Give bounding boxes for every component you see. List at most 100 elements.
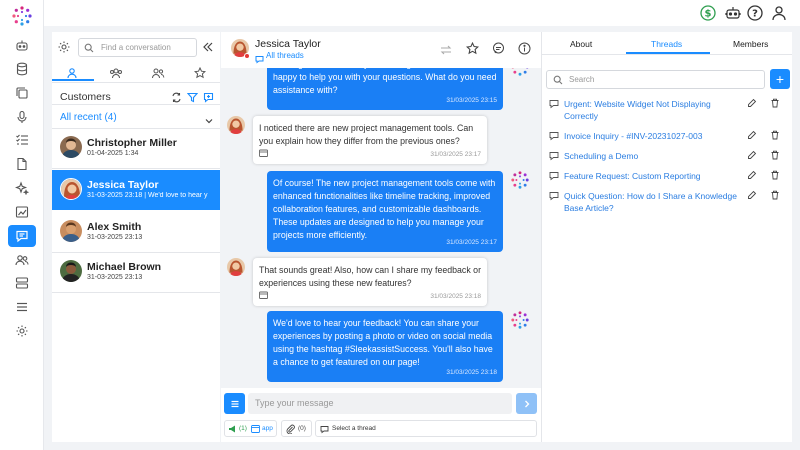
- attachment-count: (0): [298, 425, 306, 432]
- conversation-name: Jessica Taylor: [87, 179, 159, 191]
- robot-icon[interactable]: [724, 4, 742, 22]
- chat-nav-icon[interactable]: [8, 225, 36, 247]
- conversation-search[interactable]: Find a conversation: [78, 38, 197, 57]
- conversation-name: Alex Smith: [87, 221, 142, 233]
- message-incoming: I noticed there are new project manageme…: [253, 116, 487, 164]
- star-icon[interactable]: [465, 41, 480, 60]
- delete-icon[interactable]: [770, 190, 780, 200]
- app-logo[interactable]: [12, 6, 32, 26]
- message-incoming: That sounds great! Also, how can I share…: [253, 258, 487, 306]
- edit-icon[interactable]: [747, 190, 757, 200]
- transfer-icon[interactable]: [440, 43, 452, 61]
- avatar: [60, 220, 82, 242]
- add-thread-button[interactable]: +: [770, 69, 790, 89]
- chevron-right-icon: [524, 400, 529, 407]
- conversation-meta: 31-03-2025 23:13: [87, 274, 143, 281]
- tab-threads[interactable]: Threads: [651, 39, 682, 49]
- delete-icon[interactable]: [770, 98, 780, 108]
- thread-select[interactable]: Select a thread: [315, 420, 537, 437]
- filter-icon[interactable]: [186, 90, 199, 108]
- message-outgoing: Of course! The new project management to…: [267, 171, 503, 252]
- new-chat-icon[interactable]: [203, 90, 214, 108]
- sparkle-nav-icon[interactable]: [8, 177, 36, 199]
- document-nav-icon[interactable]: [8, 153, 36, 175]
- delete-icon[interactable]: [770, 150, 780, 160]
- thread-title[interactable]: Invoice Inquiry - #INV-20231027-003: [564, 130, 742, 142]
- chat-contact-name: Jessica Taylor: [255, 38, 321, 50]
- thread-icon: [320, 426, 329, 434]
- message-time: 31/03/2025 23:18: [446, 369, 497, 376]
- tab-about[interactable]: About: [570, 39, 592, 49]
- thread-title[interactable]: Urgent: Website Widget Not Displaying Co…: [564, 98, 742, 122]
- thread-icon: [549, 192, 559, 201]
- message-input[interactable]: Type your message: [248, 393, 512, 414]
- conversation-item[interactable]: Christopher Miller 01-04-2025 1:34: [52, 128, 220, 168]
- message-text: That sounds great! Also, how can I share…: [259, 265, 481, 288]
- menu-nav-icon[interactable]: [8, 296, 36, 318]
- edit-icon[interactable]: [747, 170, 757, 180]
- users-nav-icon[interactable]: [8, 249, 36, 271]
- paperclip-icon: [286, 424, 295, 434]
- message-outgoing: We'd love to hear your feedback! You can…: [267, 311, 503, 382]
- avatar: [60, 178, 82, 200]
- delete-icon[interactable]: [770, 130, 780, 140]
- thread-icon: [549, 172, 559, 181]
- thread-icon: [549, 100, 559, 109]
- thread-select-value: Select a thread: [332, 425, 376, 432]
- message-time: 31/03/2025 23:15: [446, 97, 497, 104]
- thread-item[interactable]: Scheduling a Demo: [546, 150, 790, 170]
- thread-search[interactable]: Search: [546, 70, 765, 89]
- edit-icon[interactable]: [747, 130, 757, 140]
- dollar-icon[interactable]: $: [699, 4, 717, 22]
- thread-title[interactable]: Feature Request: Custom Reporting: [564, 170, 742, 182]
- bot-avatar: [511, 311, 529, 329]
- bot-nav-icon[interactable]: [8, 35, 36, 57]
- thread-item[interactable]: Invoice Inquiry - #INV-20231027-003: [546, 130, 790, 150]
- mic-nav-icon[interactable]: [8, 106, 36, 128]
- message-outgoing: We're glad to hear that you're using our…: [267, 68, 503, 110]
- conversation-item[interactable]: Alex Smith 31-03-2025 23:13: [52, 212, 220, 252]
- comment-icon[interactable]: [492, 42, 505, 60]
- settings-nav-icon[interactable]: [8, 320, 36, 342]
- tab-members[interactable]: Members: [733, 39, 768, 49]
- thread-title[interactable]: Scheduling a Demo: [564, 150, 742, 162]
- calendar-icon[interactable]: [259, 148, 268, 161]
- edit-icon[interactable]: [747, 150, 757, 160]
- all-threads-link[interactable]: All threads: [266, 51, 304, 60]
- chart-nav-icon[interactable]: [8, 201, 36, 223]
- channel-count: (1): [239, 425, 247, 432]
- thread-title[interactable]: Quick Question: How do I Share a Knowled…: [564, 190, 742, 214]
- help-icon[interactable]: ?: [746, 4, 764, 22]
- thread-icon: [549, 152, 559, 161]
- panel-divider: [541, 32, 542, 442]
- conversation-item[interactable]: Michael Brown 31-03-2025 23:13: [52, 252, 220, 292]
- user-icon[interactable]: [770, 4, 788, 22]
- database-nav-icon[interactable]: [8, 58, 36, 80]
- recent-filter-label[interactable]: All recent (4): [60, 112, 117, 123]
- info-icon[interactable]: [518, 42, 531, 60]
- tab-underline: [52, 79, 94, 81]
- conversation-item-active[interactable]: Jessica Taylor 31-03-2025 23:18 | We'd l…: [52, 170, 220, 210]
- conversation-name: Michael Brown: [87, 261, 162, 273]
- channel-label: app: [262, 425, 273, 432]
- copy-nav-icon[interactable]: [8, 82, 36, 104]
- refresh-icon[interactable]: [171, 90, 182, 108]
- calendar-icon[interactable]: [259, 290, 268, 303]
- message-text: Of course! The new project management to…: [273, 178, 496, 240]
- thread-item[interactable]: Quick Question: How do I Share a Knowled…: [546, 190, 790, 216]
- server-nav-icon[interactable]: [8, 272, 36, 294]
- menu-button[interactable]: [224, 393, 245, 414]
- edit-icon[interactable]: [747, 98, 757, 108]
- collapse-icon[interactable]: [201, 40, 215, 54]
- checklist-nav-icon[interactable]: [8, 129, 36, 151]
- settings-icon[interactable]: [57, 40, 71, 54]
- channel-selector[interactable]: (1) app: [224, 420, 277, 437]
- conversation-search-placeholder: Find a conversation: [101, 43, 171, 52]
- thread-search-placeholder: Search: [569, 75, 595, 84]
- delete-icon[interactable]: [770, 170, 780, 180]
- attachment-button[interactable]: (0): [281, 420, 312, 437]
- thread-item[interactable]: Feature Request: Custom Reporting: [546, 170, 790, 190]
- send-button[interactable]: [516, 393, 537, 414]
- thread-item[interactable]: Urgent: Website Widget Not Displaying Co…: [546, 98, 790, 124]
- message-text: We'd love to hear your feedback! You can…: [273, 318, 493, 367]
